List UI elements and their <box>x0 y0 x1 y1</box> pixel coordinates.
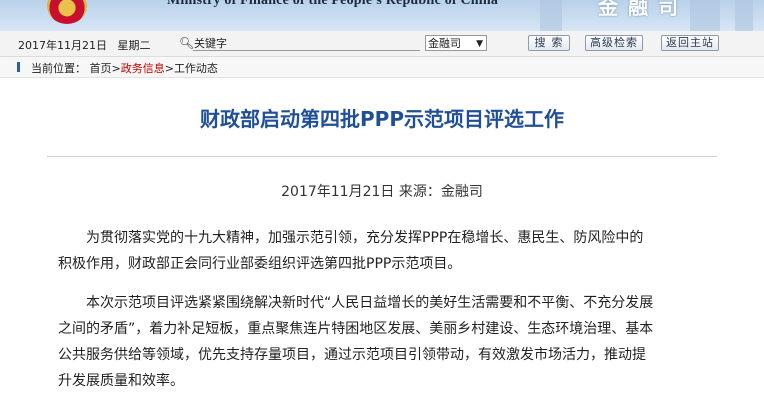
breadcrumb-gov-info-link[interactable]: 政务信息 <box>121 62 165 75</box>
breadcrumb-home-link[interactable]: 首页 <box>90 62 112 75</box>
article-paragraph: 本次示范项目评选紧紧围绕解决新时代“人民日益增长的美好生活需要和不平衡、不充分发… <box>58 290 718 394</box>
advanced-search-button[interactable]: 高级检索 <box>585 35 643 51</box>
article-title: 财政部启动第四批PPP示范项目评选工作 <box>200 107 564 131</box>
location-marker-icon <box>17 62 20 72</box>
paragraph-line: 本次示范项目评选紧紧围绕解决新时代“人民日益增长的美好生活需要和不平衡、不充分发… <box>86 295 654 311</box>
search-input[interactable] <box>193 35 420 51</box>
current-date: 2017年11月21日 星期二 <box>18 37 151 53</box>
breadcrumb-current: 工作动态 <box>173 62 218 75</box>
scope-select[interactable]: 金融司 ▼ <box>425 35 487 51</box>
article-paragraph: 为贯彻落实党的十九大精神，加强示范引领，充分发挥PPP在稳增长、惠民生、防风险中… <box>58 225 718 277</box>
ministry-name-en: Ministry of Finance of the People's Repu… <box>167 0 499 8</box>
national-emblem-icon <box>47 0 87 24</box>
paragraph-line: 为贯彻落实党的十九大精神，加强示范引领，充分发挥PPP在稳增长、惠民生、防风险中… <box>86 230 644 246</box>
site-banner: Ministry of Finance of the People's Repu… <box>0 0 764 31</box>
breadcrumb-text: 当前位置： 首页>政务信息>工作动态 <box>31 60 218 76</box>
weekday-text: 星期二 <box>117 39 151 52</box>
title-divider <box>47 156 717 157</box>
breadcrumb: 当前位置： 首页>政务信息>工作动态 <box>0 57 764 78</box>
chevron-down-icon: ▼ <box>476 39 483 49</box>
toolbar: 2017年11月21日 星期二 🔍︎ 金融司 ▼ 搜索 高级检索 返回主站 <box>0 31 764 57</box>
breadcrumb-label: 当前位置： <box>31 62 86 75</box>
paragraph-line: 升发展质量和效率。 <box>58 373 184 389</box>
department-name: 金融司 <box>598 0 688 19</box>
breadcrumb-separator: > <box>111 62 121 75</box>
scope-select-value: 金融司 <box>428 37 461 50</box>
paragraph-line: 之间的矛盾”，着力补足短板，重点聚焦连片特困地区发展、美丽乡村建设、生态环境治理… <box>58 321 654 337</box>
article-meta: 2017年11月21日 来源：金融司 <box>281 184 483 200</box>
return-home-button[interactable]: 返回主站 <box>661 35 719 51</box>
date-text: 2017年11月21日 <box>18 39 107 52</box>
banner-decoration <box>540 0 562 31</box>
paragraph-line: 公共服务供给等领域，优先支持存量项目，通过示范项目引领带动，有效激发市场活力，推… <box>58 347 646 363</box>
search-button[interactable]: 搜索 <box>528 35 570 51</box>
breadcrumb-separator: > <box>164 62 174 75</box>
search-box: 🔍︎ <box>179 35 420 51</box>
banner-decoration <box>690 0 720 31</box>
banner-decoration <box>735 0 753 31</box>
search-icon: 🔍︎ <box>179 36 195 50</box>
paragraph-line: 积极作用，财政部正会同行业部委组织评选第四批PPP示范项目。 <box>58 256 462 272</box>
